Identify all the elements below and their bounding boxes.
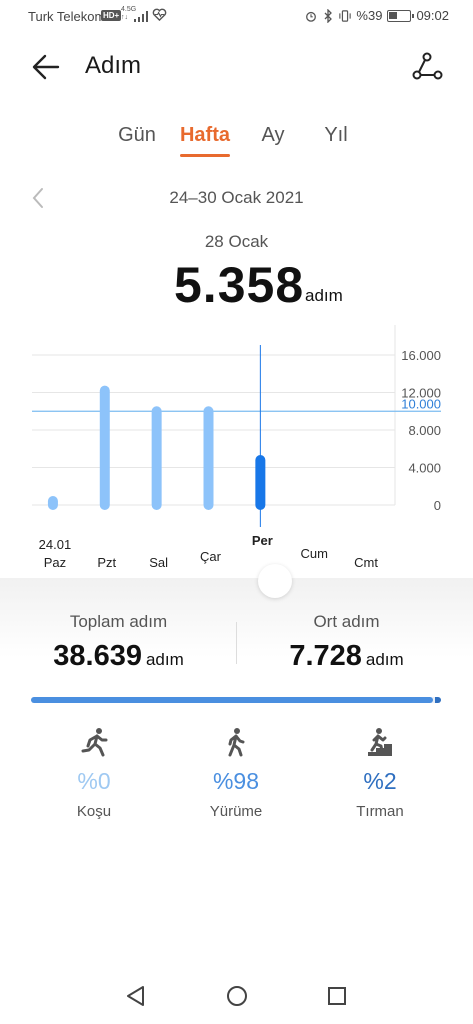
y-tick-label: 16.000: [401, 348, 441, 363]
heart-icon: [152, 8, 167, 21]
page-title: Adım: [85, 52, 142, 79]
battery-percent: %39: [356, 8, 383, 23]
tab-day[interactable]: Gün: [118, 124, 156, 147]
nav-back-icon[interactable]: [124, 984, 148, 1008]
average-steps-stat: Ort adım 7.728 adım: [228, 612, 465, 673]
selected-date: 28 Ocak: [204, 232, 269, 251]
nav-recents-icon[interactable]: [326, 984, 348, 1008]
tab-year[interactable]: Yıl: [324, 124, 347, 147]
bluetooth-icon: [324, 8, 333, 23]
x-tick-label: Sal: [149, 555, 168, 570]
climbing-icon: [368, 728, 392, 756]
activity-walking: %98 Yürüme: [176, 726, 296, 820]
average-steps-label: Ort adım: [313, 612, 380, 631]
running-label: Koşu: [76, 803, 112, 820]
running-icon: [81, 728, 108, 757]
share-icon[interactable]: [411, 51, 443, 83]
walking-percent: %98: [212, 768, 260, 794]
network-arrows: ↑↓: [121, 14, 128, 21]
climbing-percent: %2: [363, 768, 397, 794]
chart-drag-handle[interactable]: [258, 564, 292, 598]
y-tick-label: 8.000: [408, 423, 441, 438]
x-tick-label: Çar: [200, 549, 222, 564]
total-steps-value: 38.639: [53, 640, 142, 672]
active-tab-indicator: [180, 154, 230, 157]
x-tick-label: Pzt: [97, 555, 116, 570]
weekly-steps-chart[interactable]: 16.00012.0008.0004.000010.00024.01Paz Pzt…: [0, 315, 473, 585]
total-steps-unit: adım: [145, 650, 184, 669]
average-steps-value: 7.728: [289, 640, 362, 672]
battery-icon: [387, 9, 415, 22]
activity-climbing: %2 Tırman: [320, 726, 440, 820]
arrow-left-icon[interactable]: [30, 52, 62, 82]
walking-label: Yürüme: [209, 803, 263, 820]
walking-icon: [228, 728, 245, 757]
signal-icon: [134, 11, 148, 22]
system-nav-bar: [0, 978, 473, 1018]
period-tabs: Gün Hafta Ay Yıl: [0, 124, 473, 164]
clock: 09:02: [416, 8, 449, 23]
nav-home-icon[interactable]: [225, 984, 249, 1008]
tab-week[interactable]: Hafta: [180, 124, 230, 147]
goal-line-label: 10.000: [401, 396, 441, 411]
climbing-label: Tırman: [356, 803, 404, 820]
alarm-icon: [306, 11, 317, 22]
average-steps-unit: adım: [365, 650, 404, 669]
vibrate-icon: [339, 9, 352, 22]
selected-step-unit: adım: [305, 286, 343, 305]
total-steps-label: Toplam adım: [69, 612, 168, 631]
total-steps-stat: Toplam adım 38.639 adım: [0, 612, 237, 673]
climbing-share-fill: [435, 697, 441, 703]
date-range: 24–30 Ocak 2021: [169, 188, 304, 207]
tab-month[interactable]: Ay: [262, 124, 285, 147]
y-tick-label: 0: [434, 498, 441, 513]
y-tick-label: 4.000: [408, 461, 441, 476]
x-sublabel: 24.01: [39, 537, 72, 552]
selected-step-count: 5.358: [174, 257, 305, 313]
x-tick-label: Cmt: [354, 555, 378, 570]
x-tick-label: Cum: [300, 546, 327, 561]
activity-breakdown-bar: [31, 697, 441, 703]
status-bar: Turk Telekom HD+ 4.5G ↑↓ %39 09:02: [0, 0, 473, 34]
carrier-label: Turk Telekom: [28, 9, 106, 24]
activity-running: %0 Koşu: [34, 726, 154, 820]
walking-share-fill: [31, 697, 433, 703]
running-percent: %0: [77, 768, 111, 794]
x-tick-label: Per: [252, 533, 273, 548]
x-tick-label: Paz: [44, 555, 66, 570]
hd-badge: HD+: [101, 10, 122, 21]
